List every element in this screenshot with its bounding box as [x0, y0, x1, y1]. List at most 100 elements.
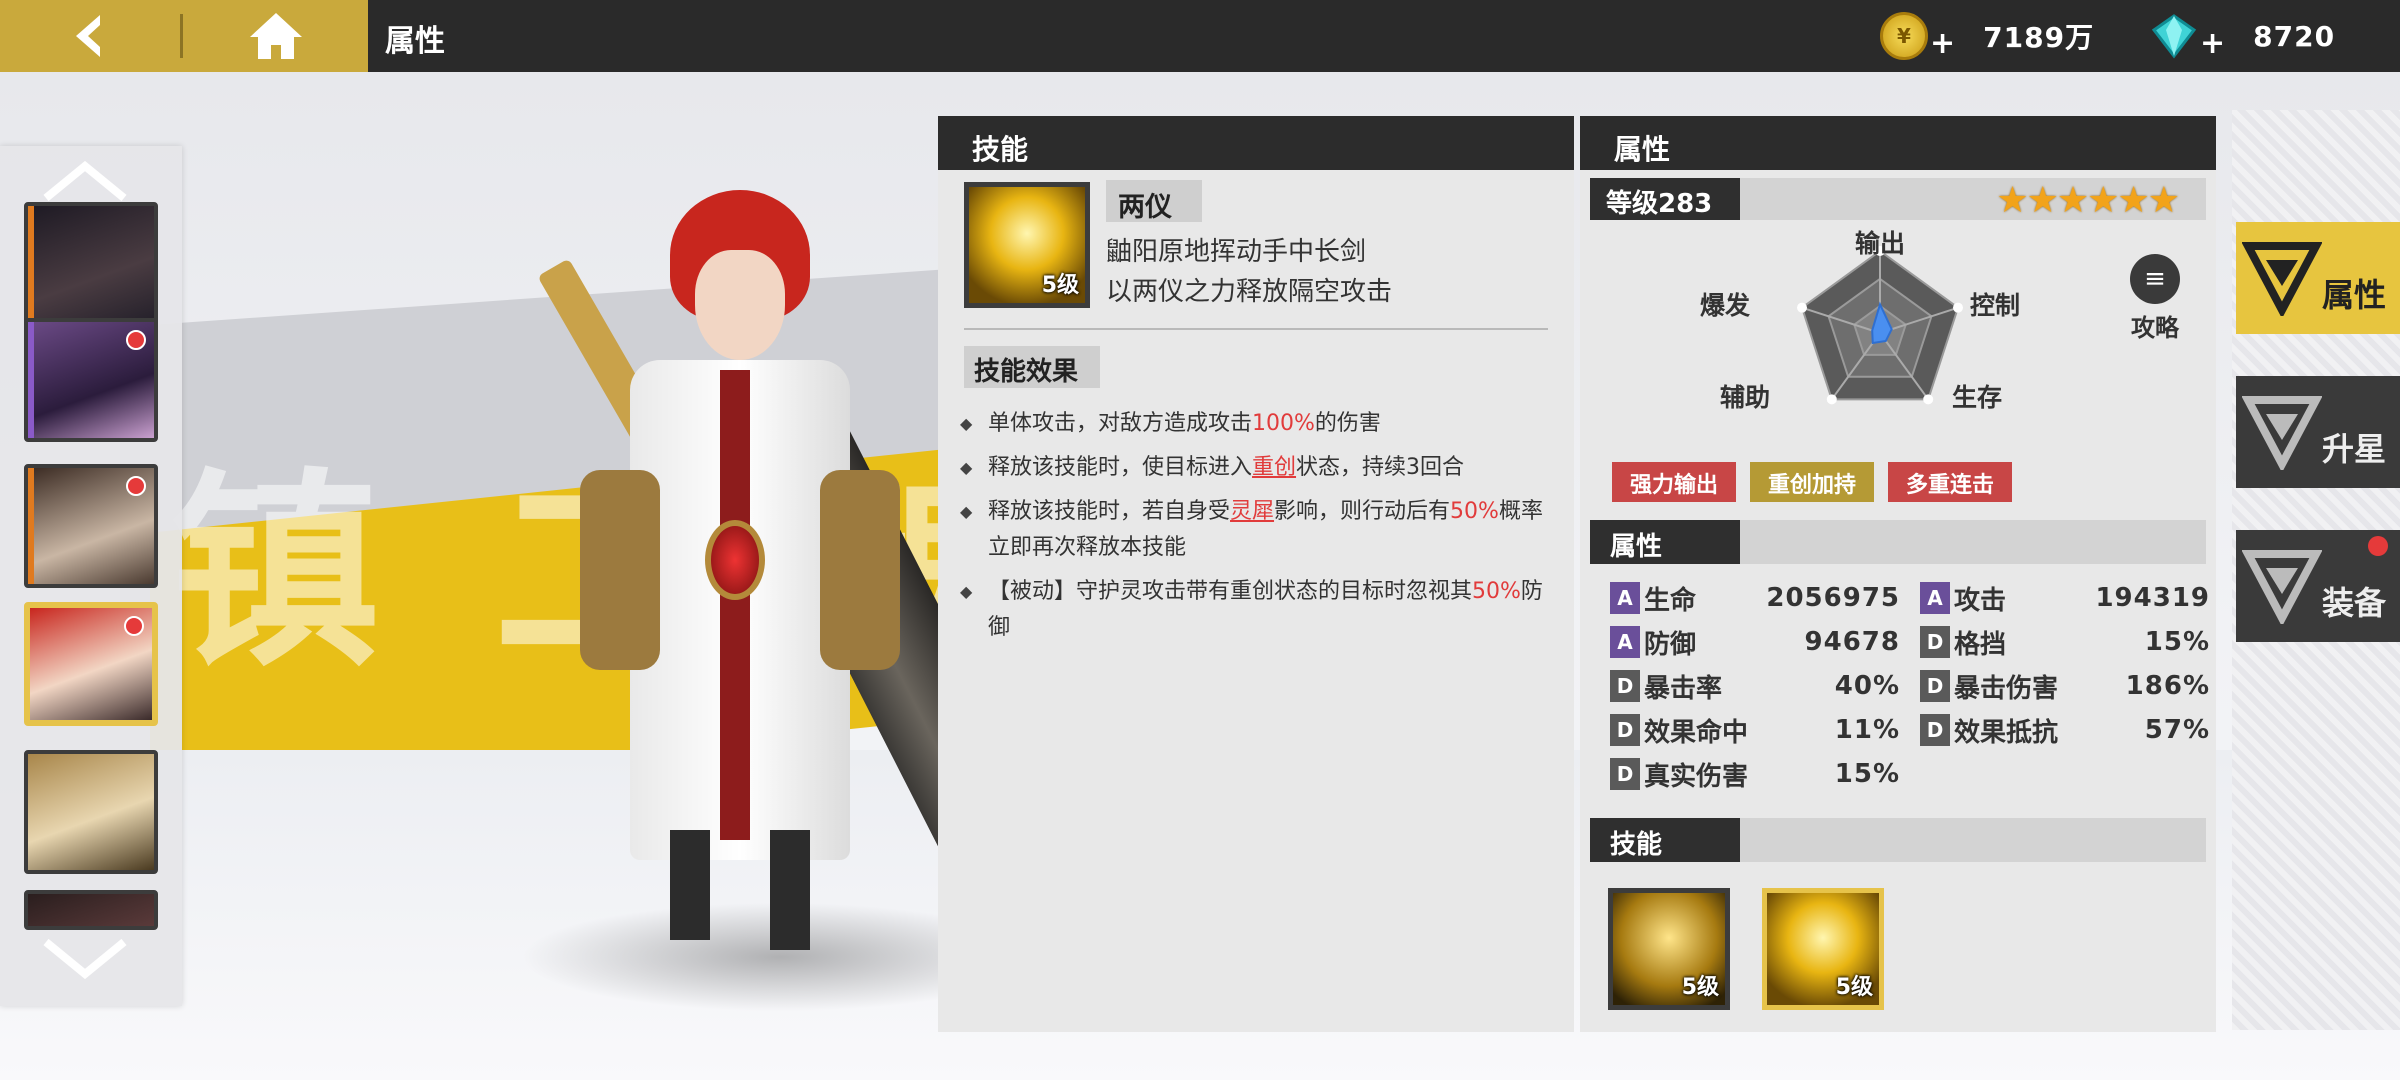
guide-list-icon: ≡	[2130, 254, 2180, 304]
skill-desc-line: 鼬阳原地挥动手中长剑	[1106, 237, 1367, 267]
radar-vertex	[1826, 394, 1837, 405]
gold-currency[interactable]: ¥ + 7189万	[1880, 12, 2095, 61]
red-dot-badge	[124, 616, 144, 636]
stats-section-title: 属性	[1590, 520, 1740, 564]
hero-rarity-bar	[28, 468, 34, 584]
stat-grade-badge: A	[1610, 582, 1640, 614]
chest-gem	[705, 520, 765, 600]
stat-grade-badge: A	[1920, 582, 1950, 614]
skill-level-badge: 5级	[1041, 273, 1079, 298]
stat-true-damage: D 真实伤害 15%	[1610, 754, 1900, 794]
divider	[964, 328, 1548, 330]
hero-card-selected[interactable]	[24, 602, 158, 726]
level-bar: 等级283 ★★★★★★	[1590, 178, 2206, 221]
character-model[interactable]	[537, 190, 1083, 950]
red-dot-badge	[2368, 536, 2388, 556]
character-leg-left	[670, 830, 710, 940]
attribute-panel-header: 属性	[1580, 116, 2216, 170]
guide-button[interactable]: ≡ 攻略	[2120, 254, 2190, 344]
hero-rarity-bar	[28, 206, 34, 322]
skill-panel: 技能 5级 两仪 鼬阳原地挥动手中长剑 以两仪之力释放隔空攻击 技能效果 单体攻…	[938, 116, 1574, 1032]
stat-grade-badge: D	[1920, 670, 1950, 702]
radar-label-output: 输出	[1855, 229, 1906, 258]
radar-label-burst: 爆发	[1700, 291, 1751, 320]
radar-vertex	[1797, 302, 1808, 313]
trait-tag: 强力输出	[1612, 462, 1737, 502]
hero-card[interactable]	[24, 890, 158, 930]
skill-effects-list: 单体攻击，对敌方造成攻击100%的伤害 释放该技能时，使目标进入重创状态，持续3…	[960, 406, 1560, 654]
trait-tag: 重创加持	[1750, 462, 1875, 502]
hero-card[interactable]	[24, 750, 158, 874]
stat-grade-badge: D	[1610, 670, 1640, 702]
radar-label-control: 控制	[1970, 291, 2021, 320]
star-up-tab-icon	[2242, 396, 2322, 470]
character-leg-right	[770, 830, 810, 950]
skill-desc-line: 以两仪之力释放隔空攻击	[1106, 277, 1393, 307]
skill-slot-2[interactable]: 5级	[1762, 888, 1884, 1010]
tab-label: 升星	[2321, 430, 2386, 468]
hero-portrait	[28, 206, 154, 322]
hero-portrait	[28, 754, 154, 870]
home-icon	[249, 13, 302, 59]
stat-grade-badge: D	[1610, 758, 1640, 790]
tab-equipment[interactable]: 装备	[2236, 530, 2400, 642]
attribute-tab-icon	[2242, 242, 2322, 316]
gem-amount: 8720	[2253, 19, 2336, 53]
stat-effect-resist: D 效果抵抗 57%	[1920, 710, 2210, 750]
diamond-icon	[2151, 14, 2197, 59]
hero-card[interactable]	[24, 464, 158, 588]
hero-rarity-bar	[28, 322, 34, 438]
hero-card[interactable]	[24, 202, 158, 326]
stat-hp: A 生命 2056975	[1610, 578, 1900, 618]
tab-label: 装备	[2321, 584, 2386, 622]
skill-slot-1[interactable]: 5级	[1608, 888, 1730, 1010]
hero-card[interactable]	[24, 318, 158, 442]
radar-vertex	[1923, 394, 1934, 405]
radar-chart: 输出 控制 爆发 辅助 生存	[1700, 228, 2040, 428]
equipment-tab-icon	[2242, 550, 2322, 624]
stat-grade-badge: A	[1610, 626, 1640, 658]
home-button[interactable]	[183, 0, 368, 72]
stat-grade-badge: D	[1920, 714, 1950, 746]
skill-effects-title: 技能效果	[964, 346, 1100, 388]
stats-section-bar: 属性	[1590, 520, 2206, 564]
radar-label-survive: 生存	[1952, 383, 2003, 412]
radar-label-support: 辅助	[1720, 383, 1771, 412]
gem-currency[interactable]: + 8720	[2150, 12, 2336, 61]
character-arm-left	[580, 470, 660, 670]
tab-star-up[interactable]: 升星	[2236, 376, 2400, 488]
hero-portrait	[28, 894, 154, 926]
character-arm-right	[820, 470, 900, 670]
radar-vertex	[1952, 302, 1963, 313]
page-title: 属性	[385, 24, 445, 59]
gold-coin-icon: ¥	[1880, 12, 1928, 60]
stat-block: D 格挡 15%	[1920, 622, 2210, 662]
stat-attack: A 攻击 194319	[1920, 578, 2210, 618]
skill-effect-item: 释放该技能时，使目标进入重创状态，持续3回合	[960, 450, 1560, 486]
character-sash	[720, 370, 750, 840]
trait-tag: 多重连击	[1888, 462, 2013, 502]
skill-effect-item: 释放该技能时，若自身受灵犀影响，则行动后有50%概率立即再次释放本技能	[960, 494, 1560, 566]
gold-amount: 7189万	[1983, 21, 2095, 54]
scroll-down-icon[interactable]	[40, 936, 130, 982]
hero-trait-tags: 强力输出 重创加持 多重连击	[1612, 462, 2013, 502]
stat-crit-damage: D 暴击伤害 186%	[1920, 666, 2210, 706]
tab-attributes[interactable]: 属性	[2236, 222, 2400, 334]
add-gold-icon[interactable]: +	[1930, 26, 1955, 61]
scroll-up-icon[interactable]	[40, 158, 130, 204]
skill-description: 鼬阳原地挥动手中长剑 以两仪之力释放隔空攻击	[1106, 232, 1392, 312]
stat-grade-badge: D	[1920, 626, 1950, 658]
hero-list[interactable]	[0, 146, 182, 1006]
skills-section-title: 技能	[1590, 818, 1740, 862]
skill-name: 两仪	[1106, 180, 1202, 223]
skill-effect-item: 单体攻击，对敌方造成攻击100%的伤害	[960, 406, 1560, 442]
skill-icon[interactable]: 5级	[964, 182, 1090, 308]
stat-effect-hit: D 效果命中 11%	[1610, 710, 1900, 750]
character-face	[695, 250, 785, 360]
skill-effect-item: 【被动】守护灵攻击带有重创状态的目标时忽视其50%防御	[960, 574, 1560, 646]
stat-defense: A 防御 94678	[1610, 622, 1900, 662]
skill-panel-header: 技能	[938, 116, 1574, 170]
add-gem-icon[interactable]: +	[2200, 26, 2225, 61]
back-button[interactable]	[0, 0, 180, 72]
back-arrow-icon	[76, 15, 100, 57]
